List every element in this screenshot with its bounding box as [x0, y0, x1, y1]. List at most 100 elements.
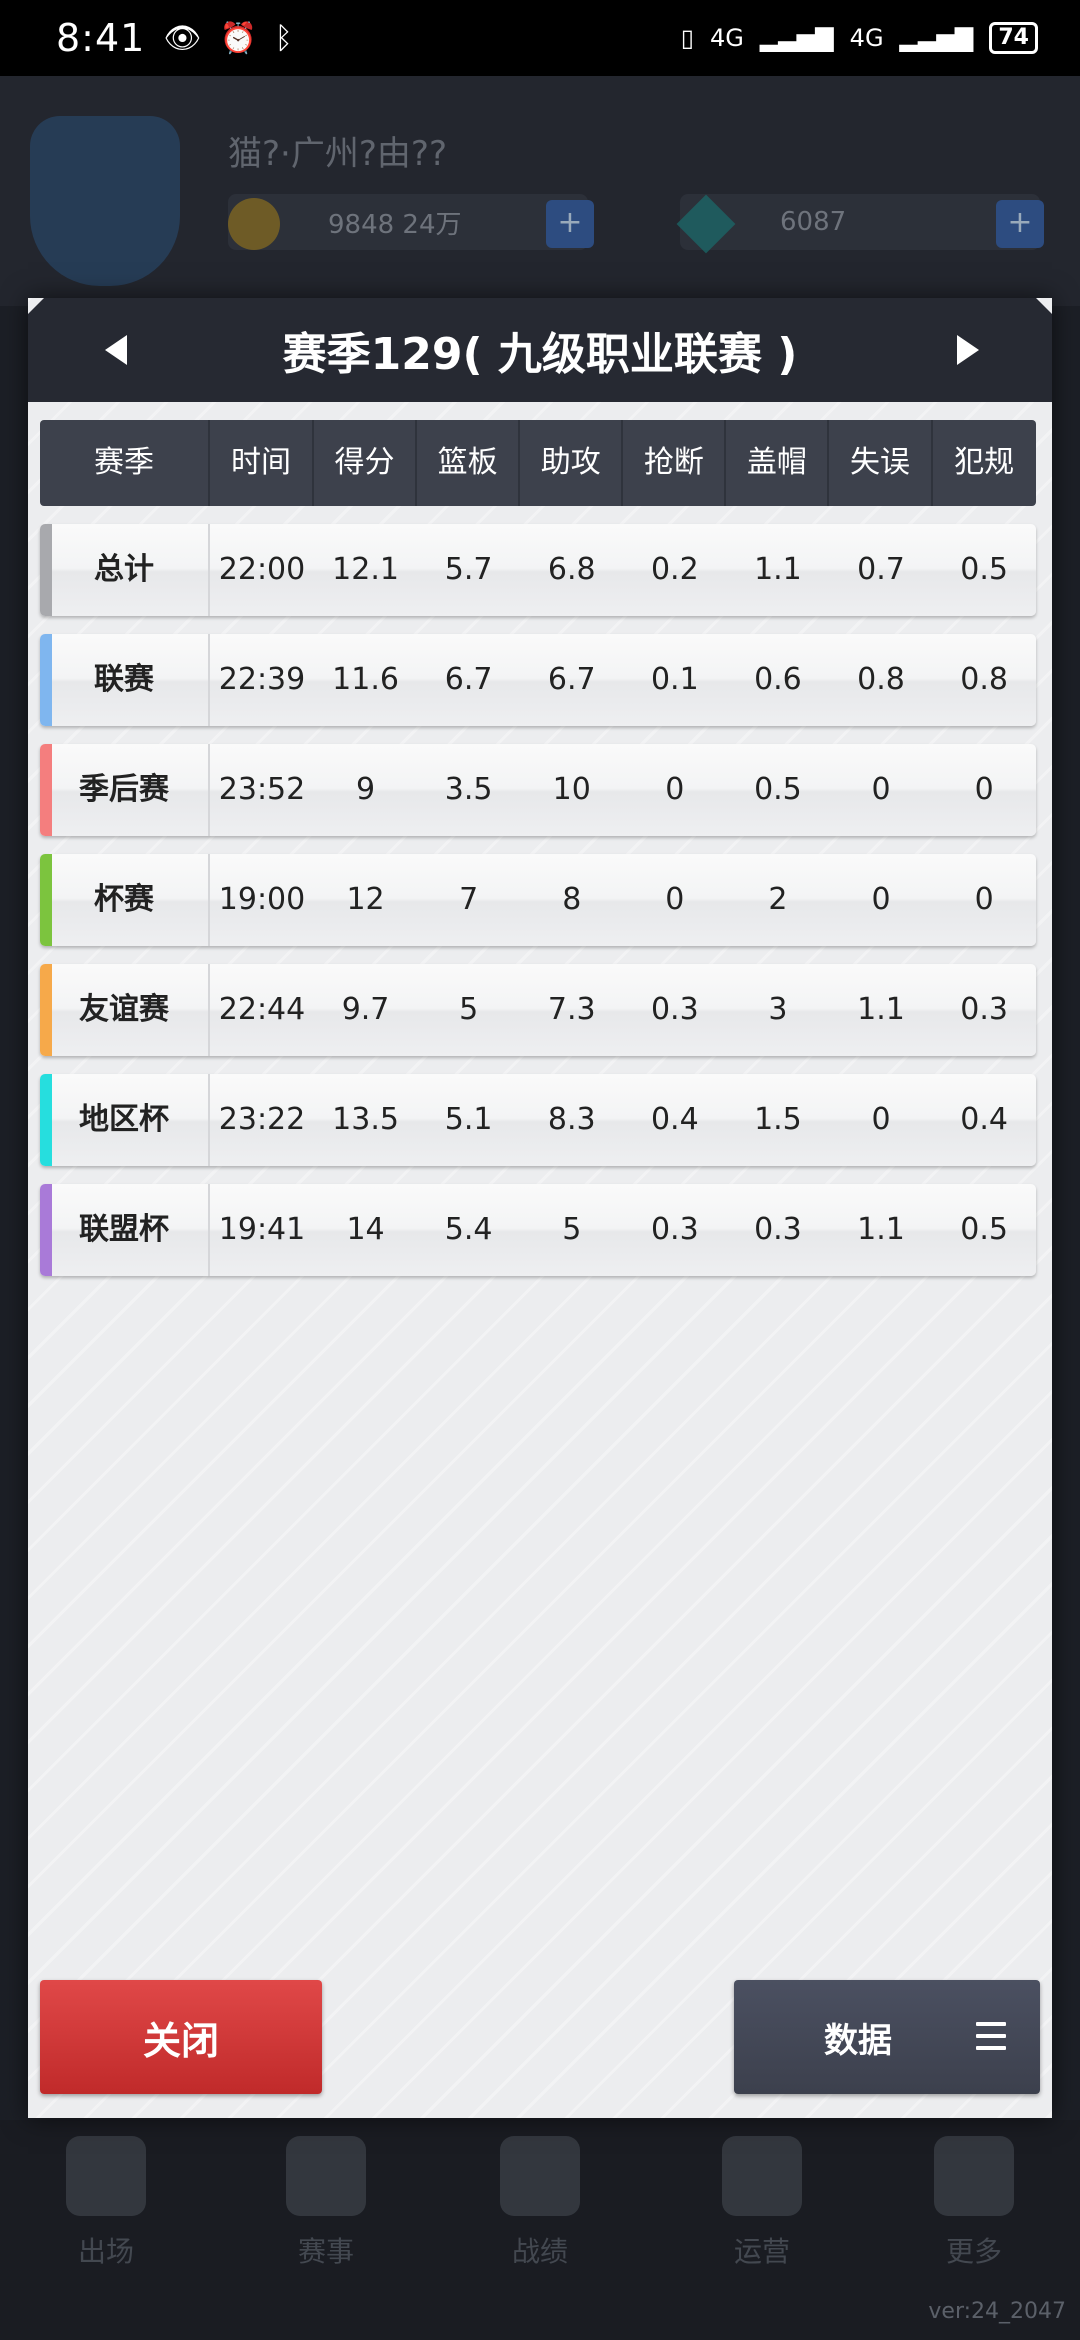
- table-cell: 19:00: [218, 882, 306, 917]
- tab-events[interactable]: 赛事: [276, 2136, 376, 2270]
- data-button-label: 数据: [824, 2020, 892, 2061]
- table-cell: 2: [768, 882, 788, 917]
- bottom-tab-bar: 出场 赛事 战绩 运营 更多 ver:24_2047: [0, 2120, 1080, 2340]
- version-label: ver:24_2047: [928, 2299, 1066, 2324]
- table-cell: 0.5: [754, 772, 802, 807]
- signal-bars-icon: ▂▃▅▇: [759, 24, 834, 52]
- header-fouls: 犯规: [954, 445, 1015, 480]
- add-gems-button[interactable]: +: [996, 200, 1044, 248]
- header-rebounds: 篮板: [417, 420, 521, 506]
- table-cell: 5.4: [444, 1212, 493, 1247]
- table-row: 总计 22:00 12.1 5.7 6.8 0.2 1.1 0.7 0.5: [40, 524, 1036, 616]
- dialog-title: 赛季129( 九级职业联赛 ): [282, 329, 798, 380]
- table-cell: 6.7: [444, 662, 493, 697]
- header-steals: 抢断: [623, 420, 727, 506]
- table-cell: 5.1: [444, 1102, 493, 1137]
- header-points: 得分: [314, 420, 418, 506]
- header-blocks: 盖帽: [726, 420, 830, 506]
- close-button-label: 关闭: [142, 2018, 219, 2063]
- battery-icon: 74: [989, 22, 1038, 54]
- tab-more[interactable]: 更多: [924, 2136, 1024, 2270]
- season-stats-dialog: 赛季129( 九级职业联赛 ) 赛季 时间 得分 篮板 助攻 抢断 盖帽 失误 …: [28, 298, 1052, 2118]
- table-cell: 1.1: [857, 1212, 905, 1247]
- previous-season-button[interactable]: [94, 328, 138, 372]
- table-row: 联赛 22:39 11.6 6.7 6.7 0.1 0.6 0.8 0.8: [40, 634, 1036, 726]
- add-coins-button[interactable]: +: [546, 200, 594, 248]
- row-label: 地区杯: [40, 1074, 210, 1166]
- arrow-right-icon: [957, 335, 979, 365]
- table-cell: 5: [562, 1212, 582, 1247]
- table-cell: 5: [459, 992, 479, 1027]
- table-cell: 23:52: [218, 772, 306, 807]
- team-header: 猫?·广州?由?? 9848 24万 + 6087 +: [0, 76, 1080, 306]
- table-cell: 0.1: [650, 662, 699, 697]
- menu-icon: [976, 2022, 1006, 2050]
- table-cell: 0.3: [650, 992, 699, 1027]
- status-bar: 8:41 👁 ⏰ ᛒ ▯ 4G ▂▃▅▇ 4G ▂▃▅▇ 74: [0, 0, 1080, 76]
- calendar-icon: [66, 2136, 146, 2216]
- table-cell: 12: [346, 882, 385, 917]
- table-cell: 8.3: [547, 1102, 596, 1137]
- row-color-stripe: [40, 524, 52, 616]
- table-cell: 5.7: [444, 552, 493, 587]
- data-menu-button[interactable]: 数据: [734, 1980, 1040, 2094]
- row-color-stripe: [40, 964, 52, 1056]
- row-label: 杯赛: [40, 854, 210, 946]
- table-cell: 22:00: [218, 552, 306, 587]
- coin-balance: 9848 24万: [228, 194, 588, 250]
- next-season-button[interactable]: [946, 328, 990, 372]
- table-cell: 0.4: [960, 1102, 1008, 1137]
- team-logo: [30, 116, 180, 286]
- table-cell: 3.5: [444, 772, 493, 807]
- row-color-stripe: [40, 744, 52, 836]
- row-label: 总计: [40, 524, 210, 616]
- tab-operations[interactable]: 运营: [712, 2136, 812, 2270]
- table-cell: 0.4: [650, 1102, 699, 1137]
- dialog-header: 赛季129( 九级职业联赛 ): [28, 298, 1052, 402]
- tab-lineup[interactable]: 出场: [56, 2136, 156, 2270]
- signal-bars-icon-2: ▂▃▅▇: [899, 24, 974, 52]
- header-season: 赛季: [40, 420, 210, 506]
- table-cell: 22:44: [218, 992, 306, 1027]
- table-cell: 12.1: [332, 552, 399, 587]
- close-button[interactable]: 关闭: [40, 1980, 322, 2094]
- stats-table-header: 赛季 时间 得分 篮板 助攻 抢断 盖帽 失误 犯规: [40, 420, 1036, 506]
- vibrate-icon: ▯: [680, 24, 694, 52]
- table-row: 杯赛 19:00 12 7 8 0 2 0 0: [40, 854, 1036, 946]
- table-cell: 1.5: [754, 1102, 802, 1137]
- table-cell: 9: [356, 772, 376, 807]
- coin-icon: [228, 198, 280, 250]
- table-cell: 0.2: [650, 552, 699, 587]
- table-cell: 0.8: [857, 662, 905, 697]
- table-cell: 23:22: [218, 1102, 306, 1137]
- table-cell: 22:39: [218, 662, 306, 697]
- row-color-stripe: [40, 854, 52, 946]
- table-cell: 0: [974, 882, 994, 917]
- table-cell: 9.7: [341, 992, 390, 1027]
- table-cell: 0.5: [960, 552, 1008, 587]
- tab-records[interactable]: 战绩: [490, 2136, 590, 2270]
- table-cell: 14: [346, 1212, 385, 1247]
- table-cell: 0: [665, 772, 685, 807]
- table-row: 地区杯 23:22 13.5 5.1 8.3 0.4 1.5 0 0.4: [40, 1074, 1036, 1166]
- row-label: 季后赛: [40, 744, 210, 836]
- row-color-stripe: [40, 1184, 52, 1276]
- clock: 8:41: [56, 16, 146, 60]
- grid-icon: [934, 2136, 1014, 2216]
- operations-icon: [722, 2136, 802, 2216]
- eye-icon: 👁: [163, 20, 202, 56]
- signal-icon: 4G: [709, 24, 744, 52]
- table-cell: 0.5: [960, 1212, 1008, 1247]
- arrow-left-icon: [105, 335, 127, 365]
- table-cell: 0.8: [960, 662, 1008, 697]
- table-row: 季后赛 23:52 9 3.5 10 0 0.5 0 0: [40, 744, 1036, 836]
- bluetooth-icon: ᛒ: [274, 20, 293, 56]
- signal-icon-2: 4G: [849, 24, 884, 52]
- table-cell: 8: [562, 882, 582, 917]
- table-cell: 0.6: [754, 662, 802, 697]
- trophy-icon: [286, 2136, 366, 2216]
- table-cell: 0.3: [754, 1212, 802, 1247]
- table-cell: 0: [665, 882, 685, 917]
- team-name: 猫?·广州?由??: [228, 134, 447, 174]
- table-cell: 19:41: [218, 1212, 306, 1247]
